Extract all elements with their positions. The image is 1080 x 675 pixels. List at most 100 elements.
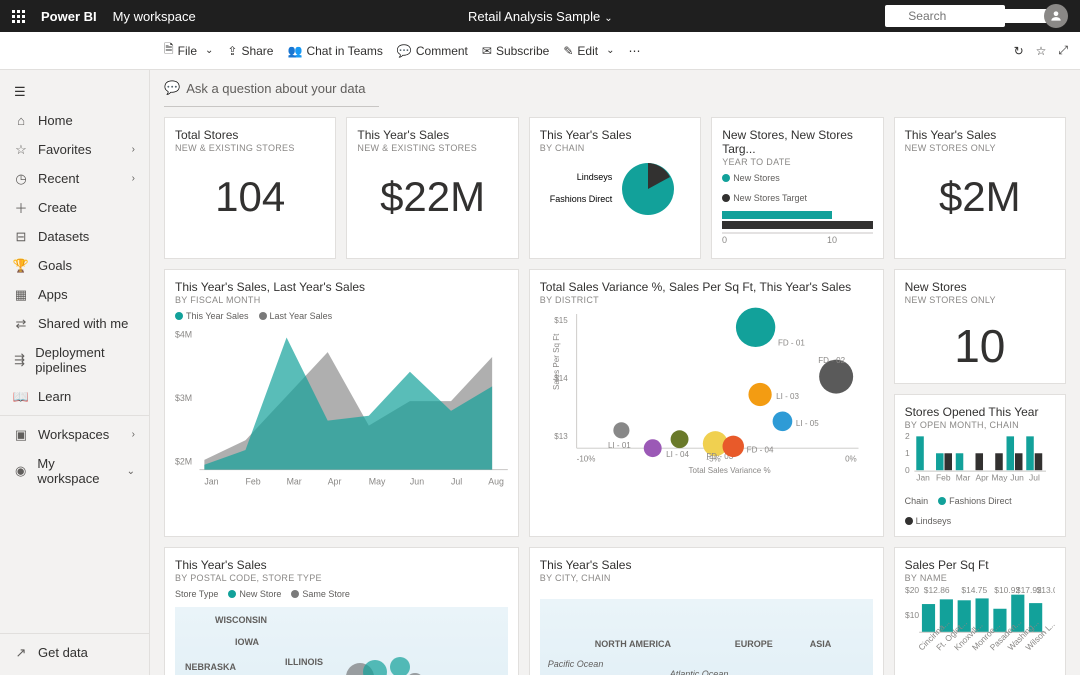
tile-ty-sales-chain[interactable]: This Year's Sales By Chain LindseysFashi… [529,117,701,259]
chevron-down-icon: ⌄ [127,466,135,477]
tile-ty-ly-sales[interactable]: This Year's Sales, Last Year's Sales By … [164,269,519,537]
app-launcher-icon[interactable] [12,10,25,23]
svg-text:FD - 02: FD - 02 [818,356,845,365]
arrow-icon: ↗ [14,646,28,660]
tile-sales-city[interactable]: This Year's Sales By City, Chain NORTH A… [529,547,884,675]
svg-text:1: 1 [905,448,910,458]
svg-text:2: 2 [905,431,910,441]
svg-text:LI - 04: LI - 04 [666,450,689,459]
svg-text:$20: $20 [905,585,919,595]
subscribe-button[interactable]: ✉Subscribe [482,44,549,58]
dataset-icon: ⊟ [14,230,28,244]
svg-text:Mar: Mar [955,473,970,483]
teams-icon: 👥 [287,44,302,58]
more-options-icon[interactable]: ⋯ [1017,8,1032,24]
nav-pipelines[interactable]: ⇶Deployment pipelines [0,338,149,382]
tile-stores-opened[interactable]: Stores Opened This Year By Open Month, C… [894,394,1066,537]
brand-label: Power BI [41,9,97,24]
svg-text:Jul: Jul [1029,473,1040,483]
svg-text:0: 0 [722,235,727,243]
svg-text:$4M: $4M [175,329,192,339]
svg-text:LI - 05: LI - 05 [796,419,819,428]
tile-new-stores-target[interactable]: New Stores, New Stores Targ... Year to D… [711,117,883,259]
nav-apps[interactable]: ▦Apps [0,280,149,309]
nav-recent[interactable]: ◷Recent› [0,164,149,193]
comment-icon: 💬 [397,44,412,58]
svg-text:Jun: Jun [1010,473,1024,483]
clock-icon: ◷ [14,172,28,186]
tile-sales-postal[interactable]: This Year's Sales By Postal Code, Store … [164,547,519,675]
tile-variance-scatter[interactable]: Total Sales Variance %, Sales Per Sq Ft,… [529,269,884,537]
svg-text:Apr: Apr [328,476,342,486]
trophy-icon: 🏆 [14,259,28,273]
area-chart: $4M $3M $2M JanFebMarAprMayJunJulAug [175,321,508,491]
tile-total-stores[interactable]: Total Stores New & Existing Stores 104 [164,117,336,259]
search-icon: ⌕ [895,8,902,24]
nav-goals[interactable]: 🏆Goals [0,251,149,280]
nav-create[interactable]: ＋Create [0,193,149,222]
nav-favorites[interactable]: ☆Favorites› [0,135,149,164]
svg-text:Jan: Jan [204,476,218,486]
svg-text:0: 0 [905,465,910,475]
svg-text:LI - 03: LI - 03 [776,392,799,401]
chevron-right-icon: › [132,173,135,184]
apps-icon: ▦ [14,288,28,302]
svg-text:$15: $15 [554,316,568,325]
tile-ty-sales[interactable]: This Year's Sales New & Existing Stores … [346,117,518,259]
chevron-right-icon: › [132,429,135,440]
nav-my-workspace[interactable]: ◉My workspace⌄ [0,449,149,493]
shared-icon: ⇄ [14,317,28,331]
fullscreen-icon[interactable]: ⤢ [1058,43,1068,58]
tile-new-stores[interactable]: New Stores New Stores Only 10 [894,269,1066,384]
hamburger-icon[interactable]: ☰ [0,78,149,106]
refresh-icon[interactable]: ↻ [1014,44,1024,58]
chat-teams-button[interactable]: 👥Chat in Teams [287,44,382,58]
command-bar: 🗎File⌄ ⇪Share 👥Chat in Teams 💬Comment ✉S… [0,32,1080,70]
nav-shared[interactable]: ⇄Shared with me [0,309,149,338]
nav-datasets[interactable]: ⊟Datasets [0,222,149,251]
comment-button[interactable]: 💬Comment [397,44,468,58]
pie-chart [616,157,680,221]
home-icon: ⌂ [14,114,28,128]
file-menu[interactable]: 🗎File⌄ [164,40,213,61]
bar-chart: 0 10 [722,203,872,243]
world-map: NORTH AMERICA EUROPE ASIA AFRICA SOUTH A… [540,599,873,675]
share-button[interactable]: ⇪Share [227,44,273,58]
tile-ty-sales-new[interactable]: This Year's Sales New Stores Only $2M [894,117,1066,259]
avatar-icon: ◉ [14,464,27,478]
svg-text:$13.08: $13.08 [1036,585,1055,595]
nav-workspaces[interactable]: ▣Workspaces› [0,420,149,449]
search-input[interactable] [908,9,1063,23]
svg-text:-10%: -10% [576,455,595,464]
chevron-down-icon: ⌄ [205,45,213,56]
file-icon: 🗎 [164,40,174,61]
svg-text:May: May [991,473,1008,483]
svg-text:$13: $13 [554,432,568,441]
top-app-bar: Power BI My workspace Retail Analysis Sa… [0,0,1080,32]
tile-sales-sqft[interactable]: Sales Per Sq Ft By Name $20$10 $12.86 $1… [894,547,1066,675]
svg-text:Sales Per Sq Ft: Sales Per Sq Ft [552,333,561,390]
qna-input[interactable]: 💬Ask a question about your data [164,70,379,107]
svg-text:10: 10 [827,235,837,243]
pencil-icon: ✎ [563,44,573,58]
favorite-icon[interactable]: ☆ [1036,44,1047,58]
svg-text:LI - 01: LI - 01 [608,441,631,450]
svg-text:May: May [369,476,386,486]
svg-text:FD - 01: FD - 01 [778,338,805,347]
more-commands-icon[interactable]: ⋯ [628,44,642,58]
edit-button[interactable]: ✎Edit⌄ [563,44,614,58]
pipeline-icon: ⇶ [14,353,25,367]
workspace-label[interactable]: My workspace [113,9,196,24]
nav-learn[interactable]: 📖Learn [0,382,149,411]
chevron-right-icon: › [132,144,135,155]
svg-text:Jun: Jun [410,476,424,486]
nav-home[interactable]: ⌂Home [0,106,149,135]
global-search[interactable]: ⌕ [885,5,1005,27]
svg-text:$2M: $2M [175,457,192,467]
report-title-dropdown[interactable]: Retail Analysis Sample⌄ [468,9,613,24]
nav-get-data[interactable]: ↗Get data [0,638,149,667]
us-map: WISCONSIN IOWA NEBRASKA MISSOURI ILLINOI… [175,607,508,675]
user-avatar[interactable] [1044,4,1068,28]
svg-text:$3M: $3M [175,393,192,403]
svg-text:$12.86: $12.86 [923,585,949,595]
